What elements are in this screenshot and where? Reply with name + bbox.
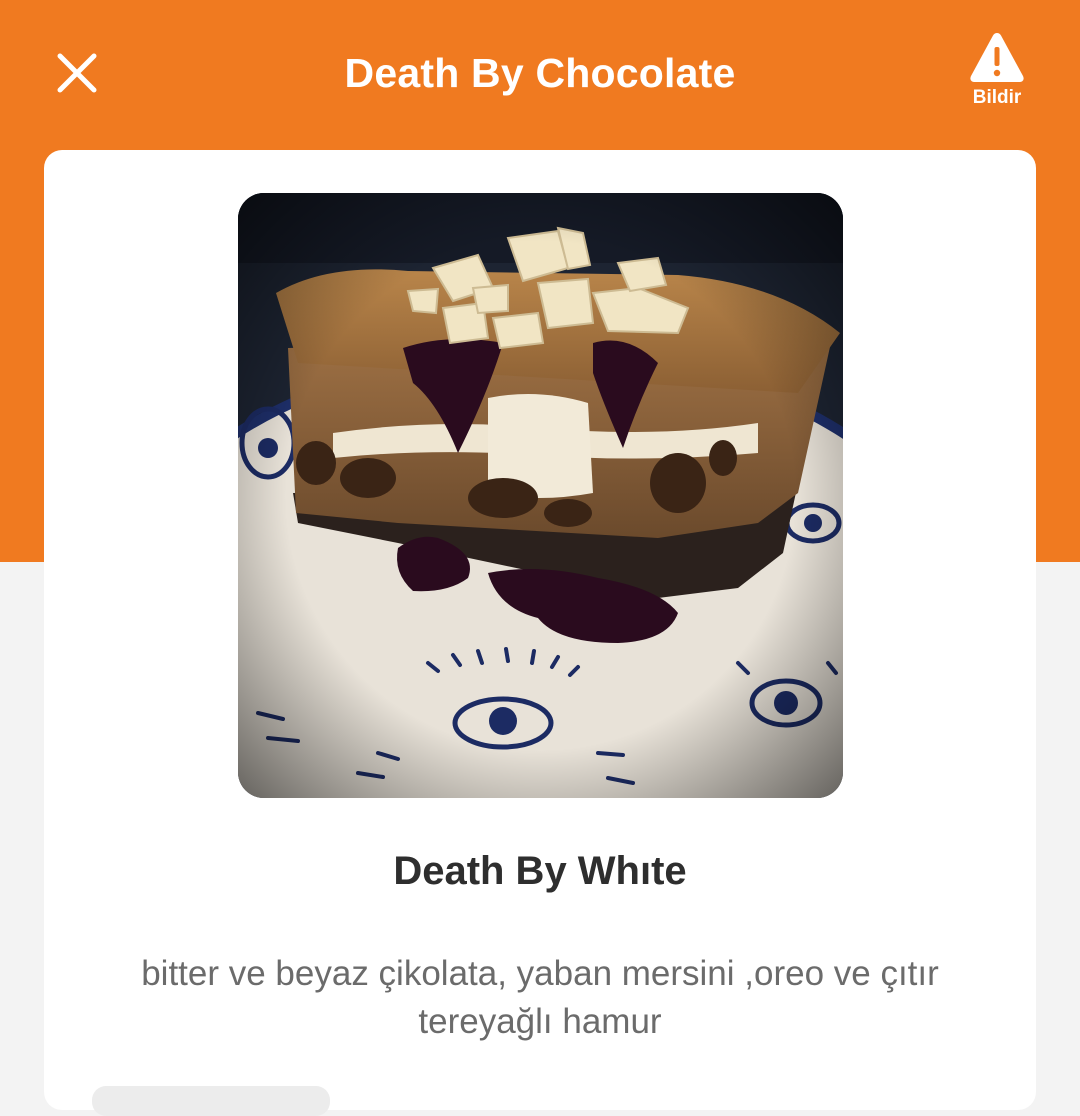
product-description: bitter ve beyaz çikolata, yaban mersini …	[141, 954, 939, 1041]
product-card: Death By Whıte bitter ve beyaz çikolata,…	[44, 150, 1036, 1116]
product-image	[238, 193, 843, 798]
report-label: Bildir	[972, 87, 1022, 108]
product-photo[interactable]	[238, 193, 843, 798]
report-button[interactable]: Bildir	[958, 30, 1036, 116]
product-name: Death By Whıte	[393, 849, 687, 893]
warning-triangle-icon	[970, 33, 1024, 82]
page-title: Death By Chocolate	[344, 50, 736, 96]
